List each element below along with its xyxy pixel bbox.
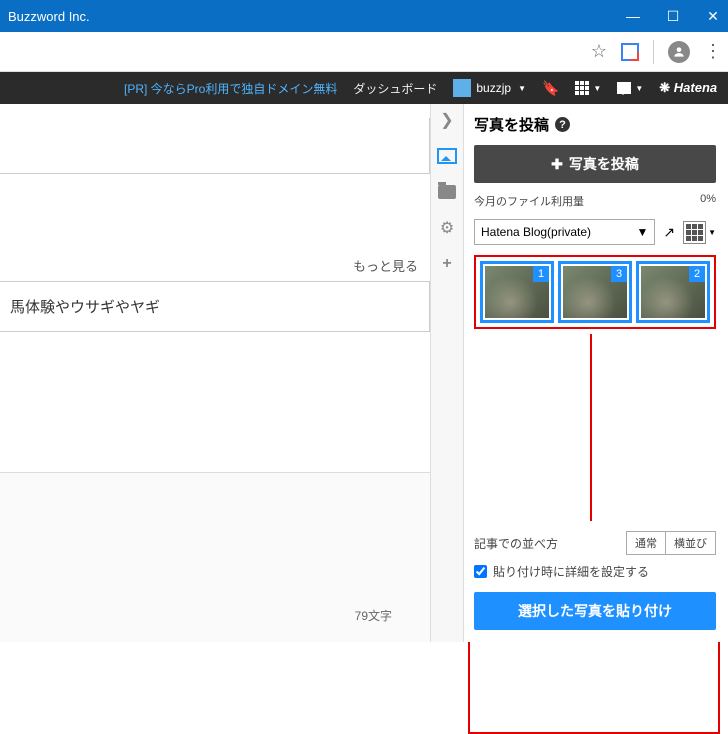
- bookmark-star-icon[interactable]: ☆: [591, 41, 607, 62]
- apps-grid-icon[interactable]: ▼: [575, 81, 601, 95]
- order-badge: 2: [689, 266, 705, 282]
- user-avatar-icon: [453, 79, 471, 97]
- caret-down-icon: ▼: [518, 84, 526, 93]
- order-badge: 1: [533, 266, 549, 282]
- menu-dots-icon[interactable]: ⋮: [704, 41, 722, 62]
- view-grid-icon[interactable]: ▼: [683, 221, 716, 244]
- collapse-arrow-icon[interactable]: ❯: [437, 110, 457, 130]
- help-icon[interactable]: ?: [555, 117, 570, 132]
- detail-checkbox[interactable]: [474, 565, 487, 578]
- more-link[interactable]: もっと見る: [0, 250, 430, 281]
- thumbnail[interactable]: 2: [636, 261, 710, 323]
- tool-rail: ❯ ⚙ +: [430, 104, 464, 642]
- usage-row: 今月のファイル利用量 0%: [474, 193, 716, 209]
- window-controls: — ☐ ✕: [626, 9, 720, 23]
- pr-link[interactable]: [PR] 今ならPro利用で独自ドメイン無料: [124, 80, 337, 97]
- thumbnail[interactable]: 3: [558, 261, 632, 323]
- arrange-toggle: 通常 横並び: [626, 531, 716, 555]
- photo-tool-icon[interactable]: [437, 146, 457, 166]
- add-tool-icon[interactable]: +: [437, 254, 457, 274]
- divider: [653, 40, 654, 64]
- username: buzzjp: [476, 81, 511, 95]
- source-row: Hatena Blog(private) ▼ ↗ ▼: [474, 219, 716, 245]
- caret-down-icon: ▼: [636, 225, 648, 239]
- profile-avatar-icon[interactable]: [668, 41, 690, 63]
- window-titlebar: Buzzword Inc. — ☐ ✕: [0, 0, 728, 32]
- maximize-icon[interactable]: ☐: [666, 9, 680, 23]
- hatena-nav: [PR] 今ならPro利用で独自ドメイン無料 ダッシュボード buzzjp ▼ …: [0, 72, 728, 104]
- usage-label: 今月のファイル利用量: [474, 193, 584, 209]
- dashboard-link[interactable]: ダッシュボード: [353, 80, 437, 97]
- user-menu[interactable]: buzzjp ▼: [453, 79, 526, 97]
- settings-tool-icon[interactable]: ⚙: [437, 218, 457, 238]
- browser-toolbar: ☆ ⋮: [0, 32, 728, 72]
- char-count: 79文字: [355, 607, 392, 624]
- hatena-logo[interactable]: ❋ Hatena: [659, 80, 717, 96]
- detail-checkbox-label: 貼り付け時に詳細を設定する: [493, 563, 649, 580]
- detail-checkbox-row[interactable]: 貼り付け時に詳細を設定する: [474, 563, 716, 580]
- plus-icon: ✚: [551, 156, 563, 173]
- upload-button[interactable]: ✚ 写真を投稿: [474, 145, 716, 183]
- panel-title: 写真を投稿 ?: [474, 114, 716, 135]
- paste-controls: 記事での並べ方 通常 横並び 貼り付け時に詳細を設定する 選択した写真を貼り付け: [464, 521, 728, 642]
- thumbnails-selection: 1 3 2: [474, 255, 716, 329]
- minimize-icon[interactable]: —: [626, 9, 640, 23]
- title-input[interactable]: [0, 118, 430, 174]
- arrange-normal-button[interactable]: 通常: [627, 532, 666, 554]
- arrange-label: 記事での並べ方: [474, 535, 558, 552]
- content-text[interactable]: 馬体験やウサギやヤギ: [0, 281, 430, 332]
- thumbnail[interactable]: 1: [480, 261, 554, 323]
- folder-tool-icon[interactable]: [437, 182, 457, 202]
- source-select[interactable]: Hatena Blog(private) ▼: [474, 219, 655, 245]
- paste-button[interactable]: 選択した写真を貼り付け: [474, 592, 716, 630]
- extension-icon[interactable]: [621, 43, 639, 61]
- main-area: もっと見る 馬体験やウサギやヤギ 79文字 ❯ ⚙ + 写真を投稿 ? ✚ 写真…: [0, 104, 728, 642]
- order-badge: 3: [611, 266, 627, 282]
- editor-column: もっと見る 馬体験やウサギやヤギ 79文字: [0, 104, 430, 642]
- usage-value: 0%: [700, 193, 716, 209]
- arrange-row: 記事での並べ方 通常 横並び: [474, 531, 716, 555]
- close-icon[interactable]: ✕: [706, 9, 720, 23]
- photo-panel: 写真を投稿 ? ✚ 写真を投稿 今月のファイル利用量 0% Hatena Blo…: [464, 104, 728, 642]
- arrange-horizontal-button[interactable]: 横並び: [666, 532, 715, 554]
- window-title: Buzzword Inc.: [8, 9, 626, 24]
- external-link-icon[interactable]: ↗: [663, 224, 675, 241]
- editor-footer: 79文字: [0, 472, 430, 642]
- bookmark-icon[interactable]: 🔖: [542, 80, 559, 97]
- comment-menu-icon[interactable]: ▼: [617, 82, 643, 94]
